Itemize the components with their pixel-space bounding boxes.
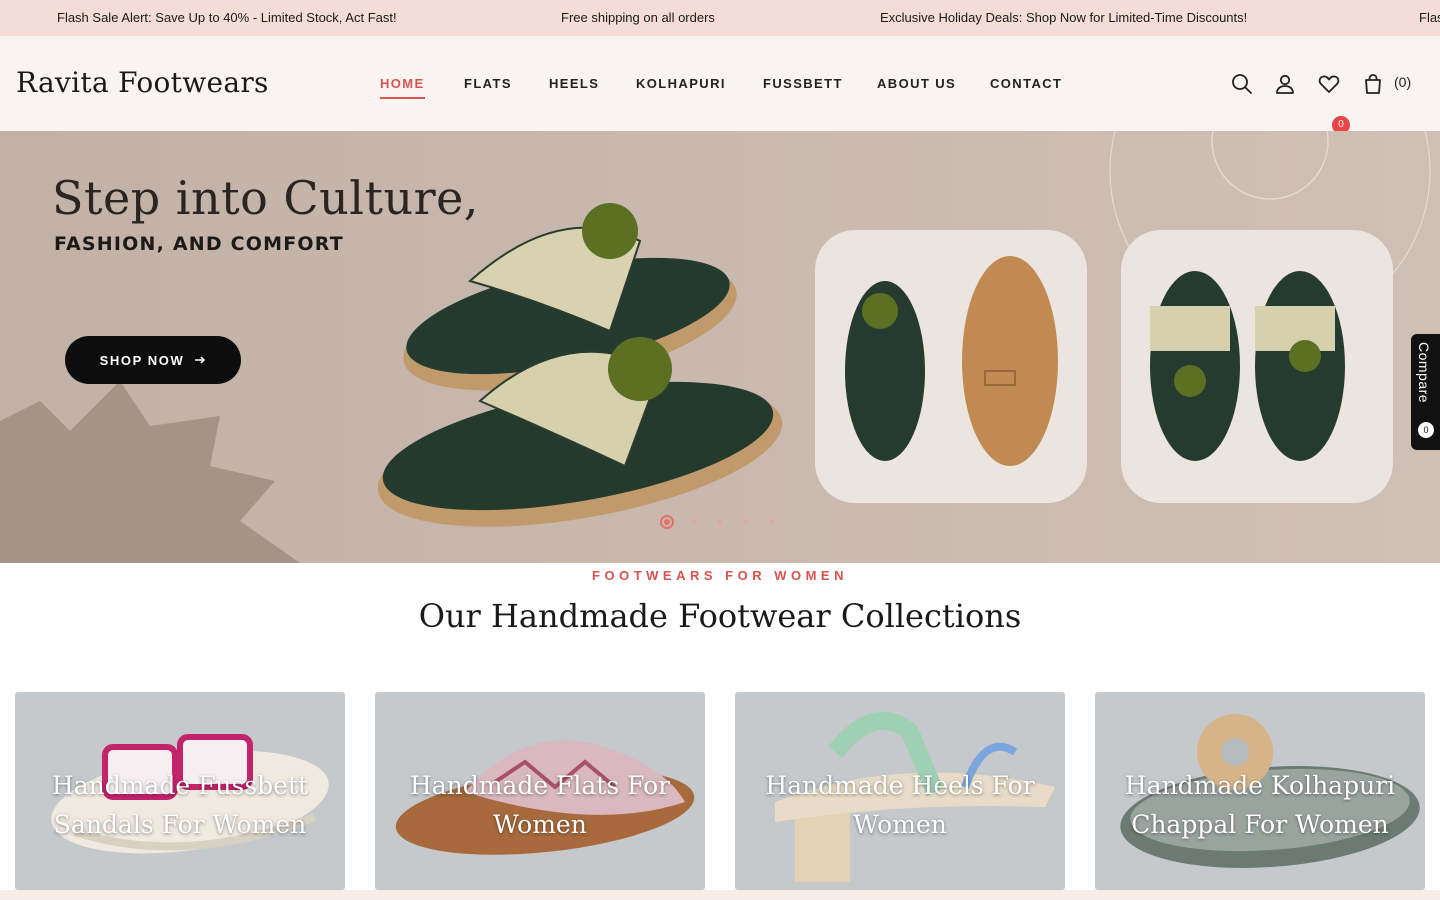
compare-tab[interactable]: Compare 0 xyxy=(1411,334,1440,450)
section-title: Our Handmade Footwear Collections xyxy=(418,597,1022,635)
collection-card-kolhapuri[interactable]: Handmade Kolhapuri Chappal For Women xyxy=(1095,692,1425,890)
collection-card-title: Handmade Heels For Women xyxy=(765,771,1035,839)
compare-count: 0 xyxy=(1418,422,1434,438)
cart-count[interactable]: (0) xyxy=(1394,74,1411,90)
slider-dot[interactable] xyxy=(718,520,722,524)
nav-home[interactable]: HOME xyxy=(380,76,425,99)
slider-dot[interactable] xyxy=(660,515,674,529)
announcement-message: Flas xyxy=(1419,10,1440,25)
bag-icon[interactable] xyxy=(1361,72,1385,96)
collection-card-title: Handmade Flats For Women xyxy=(409,771,671,839)
shop-now-button[interactable]: SHOP NOW xyxy=(65,336,241,384)
arrow-right-icon xyxy=(195,356,206,364)
nav-fussbett[interactable]: FUSSBETT xyxy=(763,76,843,91)
user-icon[interactable] xyxy=(1273,72,1297,96)
hero-banner: Step into Culture, FASHION, AND COMFORT … xyxy=(0,131,1440,563)
hero-product-tile xyxy=(1121,230,1393,503)
collection-card-title: Handmade Kolhapuri Chappal For Women xyxy=(1124,771,1396,839)
collection-card-heels[interactable]: Handmade Heels For Women xyxy=(735,692,1065,890)
site-logo[interactable]: Ravita Footwears xyxy=(16,66,269,99)
hero-title: Step into Culture, xyxy=(52,171,479,225)
announcement-message: Flash Sale Alert: Save Up to 40% - Limit… xyxy=(57,10,397,25)
slider-dot[interactable] xyxy=(692,520,696,524)
nav-heels[interactable]: HEELS xyxy=(549,76,599,91)
slider-dot[interactable] xyxy=(770,520,774,524)
nav-kolhapuri[interactable]: KOLHAPURI xyxy=(636,76,726,91)
search-icon[interactable] xyxy=(1230,72,1254,96)
announcement-bar: Flash Sale Alert: Save Up to 40% - Limit… xyxy=(0,0,1440,36)
nav-flats[interactable]: FLATS xyxy=(464,76,512,91)
compare-label: Compare xyxy=(1416,342,1432,404)
collection-card-flats[interactable]: Handmade Flats For Women xyxy=(375,692,705,890)
announcement-message: Free shipping on all orders xyxy=(561,10,715,25)
announcement-message: Exclusive Holiday Deals: Shop Now for Li… xyxy=(880,10,1248,25)
nav-contact[interactable]: CONTACT xyxy=(990,76,1062,91)
collection-card-fussbett[interactable]: Handmade Fussbett Sandals For Women xyxy=(15,692,345,890)
nav-about-us[interactable]: ABOUT US xyxy=(877,76,956,91)
slider-dot[interactable] xyxy=(744,520,748,524)
shop-now-label: SHOP NOW xyxy=(99,352,185,368)
collection-card-title: Handmade Fussbett Sandals For Women xyxy=(51,771,309,839)
footer-strip xyxy=(0,890,1440,900)
hero-product-tile xyxy=(815,230,1087,503)
section-eyebrow: FOOTWEARS FOR WOMEN xyxy=(592,568,848,583)
heart-icon[interactable] xyxy=(1317,72,1341,96)
hero-subtitle: FASHION, AND COMFORT xyxy=(54,233,344,255)
site-header: Ravita Footwears HOME FLATS HEELS KOLHAP… xyxy=(0,36,1440,134)
